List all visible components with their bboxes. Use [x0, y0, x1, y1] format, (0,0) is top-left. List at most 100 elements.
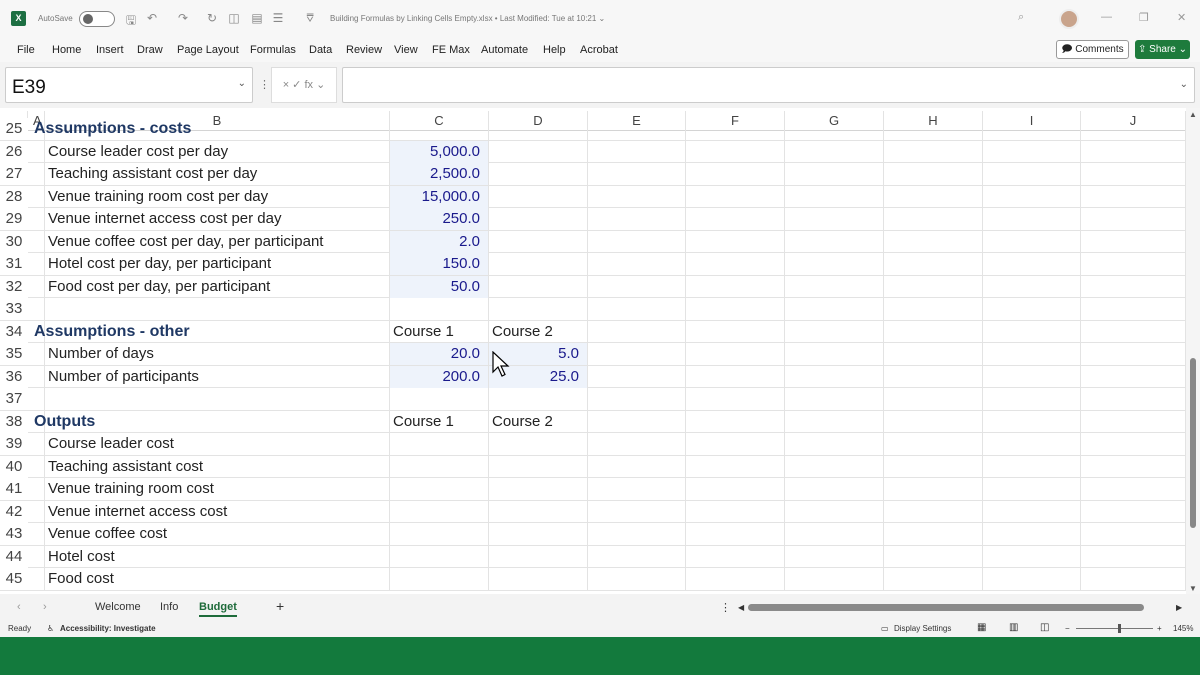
cell-e[interactable]: [588, 545, 686, 568]
row-number[interactable]: 36: [0, 365, 28, 388]
cell-course-2[interactable]: [489, 118, 588, 140]
row-number[interactable]: 45: [0, 568, 28, 590]
cell-a[interactable]: [28, 388, 45, 410]
cell-course-1[interactable]: [390, 523, 489, 545]
cell-course-2[interactable]: [489, 545, 588, 568]
cell-course-1[interactable]: [390, 500, 489, 523]
cell-g[interactable]: [785, 523, 884, 545]
cell-e[interactable]: [588, 140, 686, 163]
cell-label[interactable]: Venue training room cost: [45, 478, 390, 500]
cell-label[interactable]: [45, 388, 390, 410]
cell-a[interactable]: [28, 275, 45, 298]
cell-e[interactable]: [588, 523, 686, 545]
cell-course-1[interactable]: 150.0: [390, 253, 489, 275]
cell-g[interactable]: [785, 343, 884, 365]
cell-course-2[interactable]: [489, 523, 588, 545]
cell-course-2[interactable]: [489, 253, 588, 275]
name-box[interactable]: E39 ⌄: [5, 67, 253, 103]
cell-a[interactable]: [28, 500, 45, 523]
cell-e[interactable]: [588, 365, 686, 388]
cell-g[interactable]: [785, 208, 884, 230]
tab-file[interactable]: File: [17, 44, 35, 56]
cell-g[interactable]: [785, 163, 884, 185]
tab-formulas[interactable]: Formulas: [250, 44, 296, 56]
cell-i[interactable]: [983, 410, 1081, 433]
cell-h[interactable]: [884, 433, 983, 455]
cell-h[interactable]: [884, 118, 983, 140]
cell-f[interactable]: [686, 433, 785, 455]
cell-label[interactable]: Food cost: [45, 568, 390, 590]
cell-f[interactable]: [686, 523, 785, 545]
cell-g[interactable]: [785, 500, 884, 523]
cell-j[interactable]: [1081, 230, 1186, 253]
cell-f[interactable]: [686, 343, 785, 365]
customize-toolbar-icon[interactable]: ⩢: [302, 11, 318, 26]
vertical-scrollbar[interactable]: ▲ ▼: [1186, 108, 1200, 594]
cell-h[interactable]: [884, 500, 983, 523]
cell-a[interactable]: [28, 523, 45, 545]
tab-acrobat[interactable]: Acrobat: [580, 44, 618, 56]
cell-h[interactable]: [884, 410, 983, 433]
sort-icon[interactable]: ☰: [270, 11, 286, 25]
cell-h[interactable]: [884, 275, 983, 298]
row-number[interactable]: 26: [0, 140, 28, 163]
vertical-scroll-thumb[interactable]: [1190, 358, 1196, 528]
more-options-icon[interactable]: ⋮: [720, 601, 731, 614]
cell-label[interactable]: Venue coffee cost: [45, 523, 390, 545]
cell-course-2[interactable]: [489, 208, 588, 230]
cell-course-1[interactable]: 200.0: [390, 365, 489, 388]
chevron-down-icon[interactable]: ⌄: [238, 78, 246, 89]
cell-e[interactable]: [588, 455, 686, 478]
cell-j[interactable]: [1081, 410, 1186, 433]
cell-f[interactable]: [686, 410, 785, 433]
cell-label[interactable]: Course leader cost: [45, 433, 390, 455]
cell-a[interactable]: [28, 185, 45, 208]
cell-label[interactable]: Teaching assistant cost: [45, 455, 390, 478]
cell-g[interactable]: [785, 275, 884, 298]
cell-a[interactable]: [28, 545, 45, 568]
cell-course-1[interactable]: 50.0: [390, 275, 489, 298]
undo-icon[interactable]: ↶: [144, 11, 160, 25]
close-icon[interactable]: ✕: [1177, 11, 1186, 24]
cell-i[interactable]: [983, 253, 1081, 275]
cell-label[interactable]: Outputs: [28, 410, 390, 433]
cell-j[interactable]: [1081, 568, 1186, 590]
cell-j[interactable]: [1081, 343, 1186, 365]
cell-course-1[interactable]: Course 1: [390, 410, 489, 433]
cell-i[interactable]: [983, 298, 1081, 320]
search-icon[interactable]: ⌕: [1018, 11, 1024, 24]
cell-i[interactable]: [983, 118, 1081, 140]
cell-course-1[interactable]: 2,500.0: [390, 163, 489, 185]
cell-e[interactable]: [588, 410, 686, 433]
cell-g[interactable]: [785, 568, 884, 590]
cell-g[interactable]: [785, 478, 884, 500]
cell-label[interactable]: Venue coffee cost per day, per participa…: [45, 230, 390, 253]
cell-h[interactable]: [884, 320, 983, 343]
cell-label[interactable]: Assumptions - other: [28, 320, 390, 343]
accessibility-status[interactable]: Accessibility: Investigate: [60, 624, 156, 633]
cell-course-2[interactable]: [489, 388, 588, 410]
cell-j[interactable]: [1081, 365, 1186, 388]
cell-j[interactable]: [1081, 208, 1186, 230]
cell-i[interactable]: [983, 568, 1081, 590]
minimize-icon[interactable]: —: [1101, 11, 1112, 23]
cell-e[interactable]: [588, 478, 686, 500]
cell-course-2[interactable]: [489, 185, 588, 208]
row-number[interactable]: 42: [0, 500, 28, 523]
cell-i[interactable]: [983, 365, 1081, 388]
cell-g[interactable]: [785, 410, 884, 433]
row-number[interactable]: 28: [0, 185, 28, 208]
cell-g[interactable]: [785, 545, 884, 568]
cell-j[interactable]: [1081, 455, 1186, 478]
cell-j[interactable]: [1081, 163, 1186, 185]
cell-h[interactable]: [884, 208, 983, 230]
cell-f[interactable]: [686, 118, 785, 140]
cell-g[interactable]: [785, 253, 884, 275]
cell-label[interactable]: Number of days: [45, 343, 390, 365]
cell-e[interactable]: [588, 163, 686, 185]
cell-f[interactable]: [686, 478, 785, 500]
cell-h[interactable]: [884, 478, 983, 500]
camera-icon[interactable]: ◫: [226, 11, 242, 25]
cell-course-1[interactable]: 250.0: [390, 208, 489, 230]
cell-e[interactable]: [588, 433, 686, 455]
